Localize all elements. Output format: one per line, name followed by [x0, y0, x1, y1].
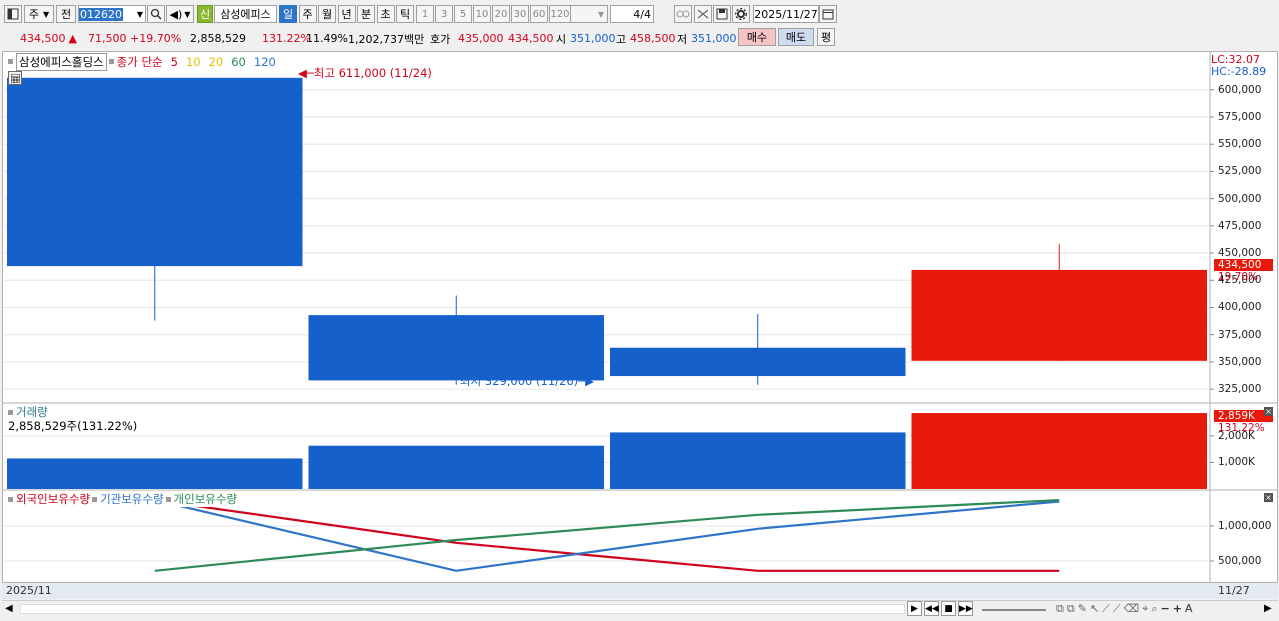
- price-tick-label: 450,000: [1218, 247, 1262, 260]
- high-annotation: ◀─ 최고 611,000 (11/24): [298, 65, 432, 81]
- price-tick-label: 500,000: [1218, 192, 1262, 205]
- ma-legend-120: 120: [253, 55, 276, 69]
- price-tick-label: 400,000: [1218, 301, 1262, 314]
- text-icon[interactable]: A: [1185, 602, 1193, 616]
- holding-legend-item: 외국인보유수량: [16, 492, 91, 506]
- legend-stock-name[interactable]: 삼성에피스홀딩스: [16, 53, 107, 71]
- footer-left-date: 2025/11: [6, 584, 52, 597]
- zoom-slider[interactable]: [982, 609, 1046, 611]
- volume-bar: [7, 458, 303, 489]
- ma-legend-5: 5: [170, 55, 178, 69]
- volume-bar: [610, 432, 906, 489]
- low-note-text: 최저 329,000 (11/26): [460, 374, 579, 388]
- holding-line-0: [154, 499, 1060, 572]
- volume-title: 거래량: [16, 405, 48, 419]
- legend-marker: [8, 59, 13, 64]
- eraser-icon[interactable]: ⌫: [1124, 602, 1140, 616]
- legend-marker: [108, 59, 114, 64]
- hc-label: HC:-28.89: [1211, 65, 1267, 78]
- holding-legend-item: 기관보유수량: [100, 492, 164, 506]
- volume-bar: [911, 413, 1207, 489]
- ma-legend-10: 10: [185, 55, 201, 69]
- legend-marker: [8, 496, 13, 502]
- footer-right-date: 11/27: [1218, 584, 1250, 597]
- holding-legend: 외국인보유수량 기관보유수량 개인보유수량: [6, 491, 238, 507]
- zoom-tools: ⧉ ⧉ ✎ ↖ ⟋ ⟋ ⌫ ⌖ ⌕ − + A: [1056, 602, 1192, 616]
- calculator-icon[interactable]: [8, 71, 22, 85]
- play-icon[interactable]: ▶: [907, 601, 922, 616]
- holding-tick-label: 1,000,000: [1218, 520, 1272, 532]
- holding-line-2: [154, 499, 1060, 572]
- price-tick-label: 550,000: [1218, 138, 1262, 151]
- zoom-out-icon[interactable]: −: [1161, 602, 1170, 616]
- price-tick-label: 325,000: [1218, 383, 1262, 396]
- ma-legend-20: 20: [208, 55, 224, 69]
- magnifier-icon[interactable]: ⌕: [1151, 602, 1157, 616]
- high-note-text: 최고 611,000 (11/24): [313, 66, 432, 80]
- price-tick-label: 375,000: [1218, 328, 1262, 341]
- volume-readout: 2,858,529주(131.22%): [8, 419, 138, 433]
- navigation-buttons: ▶ ◀◀ ■ ▶▶: [907, 601, 973, 616]
- ma-legend-list: 5 10 20 60 120: [163, 55, 276, 69]
- date-footer: [2, 582, 1278, 599]
- price-tick-label: 600,000: [1218, 83, 1262, 96]
- left-arrow-icon: ◀─: [298, 66, 314, 80]
- low-annotation: 최저 329,000 (11/26) ─▶: [460, 373, 594, 389]
- volume-pct-tag: 131.22%: [1218, 422, 1265, 434]
- price-tick-label: 575,000: [1218, 110, 1262, 123]
- price-tick-label: 475,000: [1218, 219, 1262, 232]
- price-pct-tag: 19.70%: [1218, 271, 1259, 283]
- holding-close-icon[interactable]: ×: [1264, 493, 1273, 502]
- copy-icon[interactable]: ⧉: [1056, 602, 1064, 616]
- scroll-right-icon[interactable]: ▶: [1264, 603, 1272, 614]
- price-legend: 삼성에피스홀딩스 종가 단순 5 10 20 60 120: [6, 53, 276, 71]
- legend-marker: [8, 409, 13, 415]
- holding-tick-label: 500,000: [1218, 555, 1262, 567]
- legend-marker: [165, 496, 171, 502]
- cursor-icon[interactable]: ↖: [1090, 602, 1099, 616]
- holding-legend-item: 개인보유수량: [173, 492, 238, 506]
- price-tick-label: 350,000: [1218, 355, 1262, 368]
- scroll-left-icon[interactable]: ◀: [5, 603, 13, 614]
- window-icon[interactable]: ⧉: [1067, 602, 1075, 616]
- price-tick-label: 525,000: [1218, 165, 1262, 178]
- volume-bar: [308, 445, 604, 489]
- candle-body: [610, 347, 906, 377]
- legend-ma-label: 종가 단순: [116, 55, 163, 69]
- ma-legend-60: 60: [231, 55, 246, 69]
- scrollbar-track[interactable]: [20, 604, 905, 614]
- stop-icon[interactable]: ■: [941, 601, 956, 616]
- rewind-icon[interactable]: ◀◀: [924, 601, 939, 616]
- pin-icon[interactable]: ⌖: [1142, 602, 1148, 616]
- candle-body: [7, 77, 303, 267]
- volume-close-icon[interactable]: ×: [1264, 407, 1273, 416]
- price-tag: 434,500: [1214, 259, 1273, 271]
- zoom-in-icon[interactable]: +: [1173, 602, 1182, 616]
- forward-icon[interactable]: ▶▶: [958, 601, 973, 616]
- trend-icon[interactable]: ⟋: [1113, 602, 1121, 616]
- candle-body: [911, 269, 1207, 361]
- legend-marker: [92, 496, 98, 502]
- volume-tick-label: 1,000K: [1218, 456, 1255, 469]
- right-arrow-icon: ─▶: [578, 374, 594, 388]
- line-icon[interactable]: ⟋: [1102, 602, 1110, 616]
- chart-svg: [2, 51, 1278, 582]
- holding-line-1: [154, 499, 1060, 572]
- draw-icon[interactable]: ✎: [1078, 602, 1087, 616]
- candle-body: [308, 315, 604, 381]
